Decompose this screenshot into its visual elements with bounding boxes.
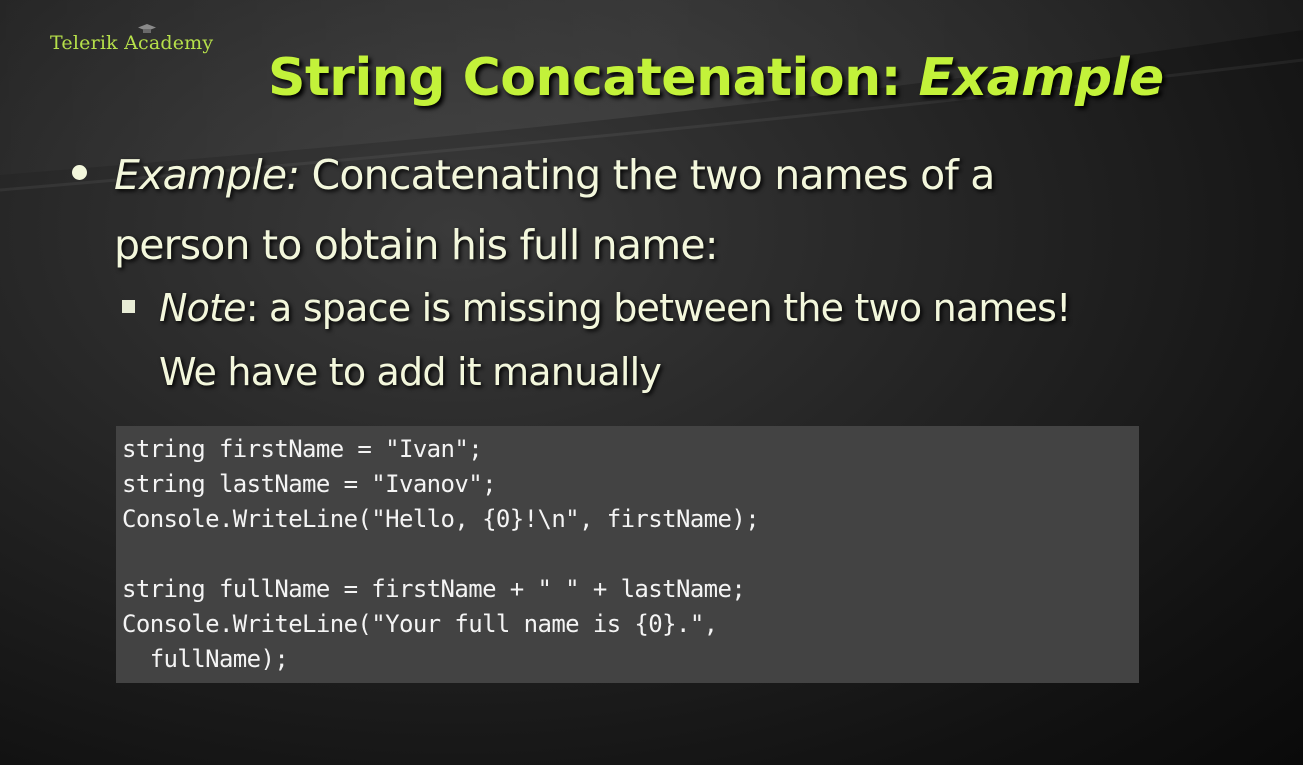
graduation-cap-icon bbox=[138, 24, 156, 33]
sub-bullet-note-lead: Note bbox=[159, 286, 247, 330]
bullet-example-line2: person to obtain his full name: bbox=[114, 221, 719, 269]
slide-title-emphasis: Example bbox=[918, 48, 1165, 108]
bullet-example-lead: Example: bbox=[114, 151, 300, 199]
square-bullet-icon bbox=[122, 300, 135, 313]
code-line: Console.WriteLine("Hello, {0}!\n", first… bbox=[122, 505, 760, 533]
telerik-academy-logo: Telerik Academy bbox=[50, 24, 214, 54]
code-line: string firstName = "Ivan"; bbox=[122, 435, 483, 463]
sub-bullet-note-line1: Note: a space is missing between the two… bbox=[159, 276, 1222, 340]
bullet-point-example: Example: Concatenating the two names of … bbox=[72, 140, 1172, 280]
code-line: string fullName = firstName + " " + last… bbox=[122, 575, 746, 603]
code-block: string firstName = "Ivan"; string lastNa… bbox=[116, 426, 1139, 683]
round-bullet-icon bbox=[72, 165, 87, 180]
code-content: string firstName = "Ivan"; string lastNa… bbox=[122, 432, 1139, 677]
bullet-example-line1-rest: Concatenating the two names of a bbox=[299, 151, 996, 199]
code-line: Console.WriteLine("Your full name is {0}… bbox=[122, 610, 718, 638]
sub-bullet-note-line1-rest: : a space is missing between the two nam… bbox=[245, 286, 1072, 330]
slide-title-main: String Concatenation: bbox=[268, 48, 919, 108]
code-line: fullName); bbox=[122, 645, 289, 673]
bullet-example-line1: Example: Concatenating the two names of … bbox=[114, 140, 1172, 210]
sub-bullet-note-line2: We have to add it manually bbox=[159, 350, 662, 394]
sub-bullet-note: Note: a space is missing between the two… bbox=[122, 276, 1222, 404]
logo-text: Telerik Academy bbox=[50, 32, 214, 54]
code-line: string lastName = "Ivanov"; bbox=[122, 470, 497, 498]
slide-title: String Concatenation: Example bbox=[268, 48, 1164, 108]
